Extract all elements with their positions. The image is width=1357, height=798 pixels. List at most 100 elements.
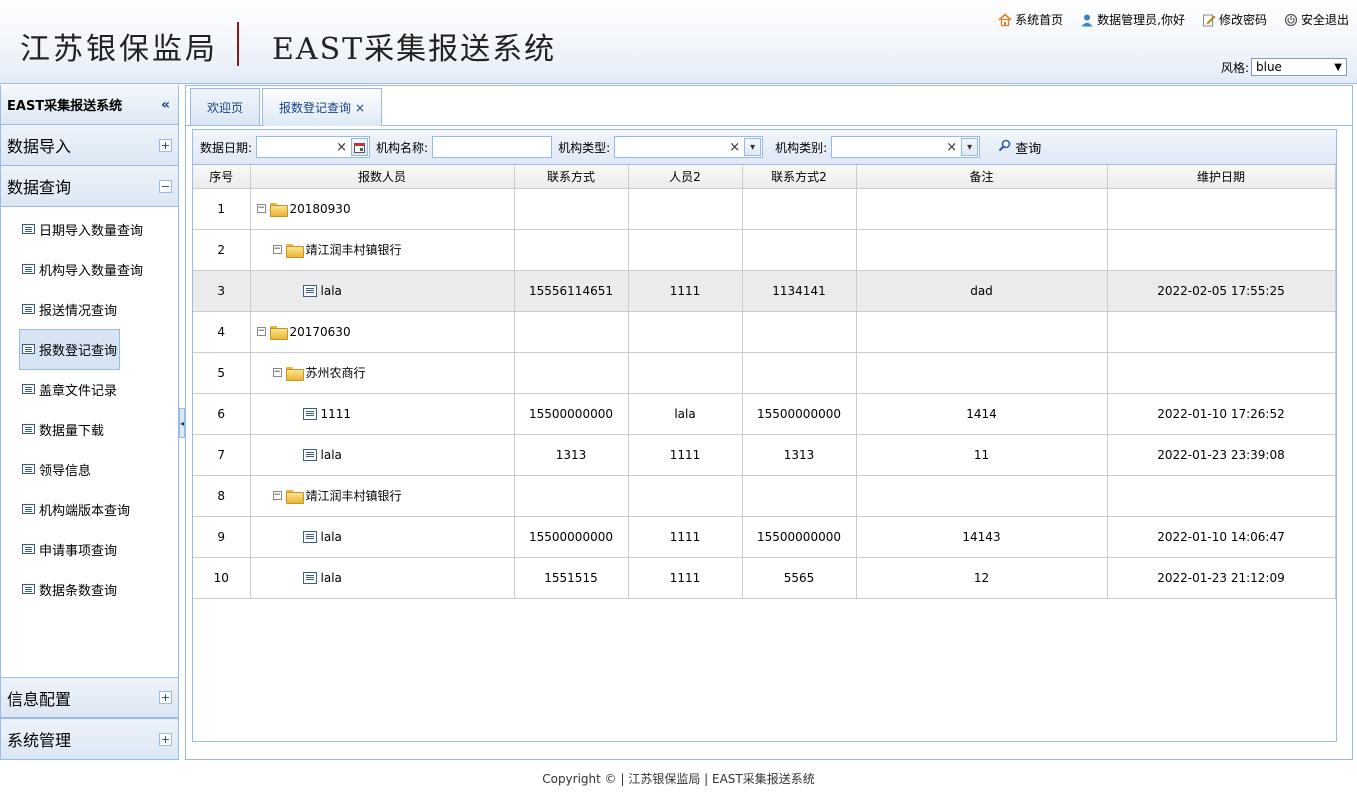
table-row[interactable]: 1− 20180930 xyxy=(193,188,1336,230)
cell-phone2: 1134141 xyxy=(742,270,857,312)
column-header-no[interactable]: 序号 xyxy=(193,165,251,189)
cell-reporter: − 20180930 xyxy=(250,188,515,230)
tree-collapse-icon[interactable]: − xyxy=(272,245,282,254)
logout-link[interactable]: 安全退出 xyxy=(1283,11,1349,28)
cell-date xyxy=(1107,475,1336,517)
folder-icon xyxy=(269,325,288,340)
cell-phone2: 15500000000 xyxy=(742,393,857,435)
clear-org-type-icon[interactable]: × xyxy=(729,140,740,155)
date-field[interactable]: × xyxy=(256,136,371,158)
tree-collapse-icon[interactable]: − xyxy=(272,491,282,500)
section-data-import[interactable]: 数据导入 + xyxy=(1,125,178,166)
clear-org-category-icon[interactable]: × xyxy=(946,140,957,155)
expand-icon[interactable]: + xyxy=(159,732,172,746)
close-tab-icon[interactable]: × xyxy=(355,101,365,115)
cell-remark: 12 xyxy=(856,557,1108,599)
section-data-query[interactable]: 数据查询 − xyxy=(1,166,178,207)
sidebar-header: EAST采集报送系统 « xyxy=(1,85,178,125)
user-icon xyxy=(1079,12,1095,28)
query-button[interactable]: 查询 xyxy=(998,138,1041,157)
cell-remark xyxy=(856,311,1108,353)
cell-date xyxy=(1107,311,1336,353)
tab-report-registration[interactable]: 报数登记查询 × xyxy=(262,88,383,126)
cell-date: 2022-01-23 23:39:08 xyxy=(1107,434,1336,476)
column-header-phone[interactable]: 联系方式 xyxy=(514,165,629,189)
expand-icon[interactable]: + xyxy=(159,691,172,704)
cell-phone xyxy=(514,311,629,353)
chevron-down-icon[interactable]: ▾ xyxy=(744,138,762,156)
clear-date-icon[interactable]: × xyxy=(336,140,347,155)
style-label: 风格: xyxy=(1220,60,1249,75)
sidebar-item-report-status[interactable]: 报送情况查询 xyxy=(1,289,178,329)
column-header-person2[interactable]: 人员2 xyxy=(628,165,743,189)
tree-collapse-icon[interactable]: − xyxy=(272,368,282,377)
column-header-remark[interactable]: 备注 xyxy=(856,165,1108,189)
cell-phone2 xyxy=(742,311,857,353)
cell-remark: 14143 xyxy=(856,516,1108,558)
sidebar-item-label: 领导信息 xyxy=(39,463,92,479)
table-row[interactable]: 2 − 靖江润丰村镇银行 xyxy=(193,229,1336,271)
org-name-field[interactable] xyxy=(432,136,553,158)
cell-reporter: lala xyxy=(250,434,515,476)
calendar-icon[interactable] xyxy=(351,138,369,156)
collapse-icon[interactable]: − xyxy=(159,179,172,193)
org-category-combo[interactable]: × ▾ xyxy=(831,136,981,158)
cell-phone2: 15500000000 xyxy=(742,516,857,558)
table-row[interactable]: 4− 20170630 xyxy=(193,311,1336,353)
sidebar-item-client-version[interactable]: 机构端版本查询 xyxy=(1,489,178,529)
org-type-combo[interactable]: × ▾ xyxy=(614,136,764,158)
cell-reporter: − 靖江润丰村镇银行 xyxy=(250,229,515,271)
column-header-reporter[interactable]: 报数人员 xyxy=(250,165,515,189)
user-link[interactable]: 数据管理员,你好 xyxy=(1079,11,1185,28)
tree-collapse-icon[interactable]: − xyxy=(256,327,266,336)
query-menu: 日期导入数量查询 机构导入数量查询 报送情况查询 报数登记查询 盖章文件记录 数… xyxy=(1,207,178,609)
home-link[interactable]: 系统首页 xyxy=(997,11,1063,28)
sidebar-item-label: 盖章文件记录 xyxy=(39,383,118,399)
tree-node: − 靖江润丰村镇银行 xyxy=(251,487,514,504)
expand-icon[interactable]: + xyxy=(159,138,172,152)
edit-icon xyxy=(1201,12,1217,28)
tree-node-label: 靖江润丰村镇银行 xyxy=(305,243,402,257)
table-row[interactable]: 5 − 苏州农商行 xyxy=(193,352,1336,394)
table-row[interactable]: 10 lala 1551515 1111 5565 12 2022-01-23 21:12:… xyxy=(193,557,1336,599)
sidebar-item-data-download[interactable]: 数据量下载 xyxy=(1,409,178,449)
collapse-sidebar-icon[interactable]: « xyxy=(161,97,170,113)
sidebar-item-record-count[interactable]: 数据条数查询 xyxy=(1,569,178,609)
style-select[interactable]: blue ▼ xyxy=(1251,58,1347,76)
section-system-admin[interactable]: 系统管理 + xyxy=(1,718,178,759)
section-info-config[interactable]: 信息配置 + xyxy=(1,677,178,718)
tab-welcome[interactable]: 欢迎页 xyxy=(190,88,261,125)
cell-remark: dad xyxy=(856,270,1108,312)
sidebar-item-report-registration[interactable]: 报数登记查询 xyxy=(1,328,178,370)
cell-phone: 1551515 xyxy=(514,557,629,599)
sidebar-item-label: 申请事项查询 xyxy=(39,543,118,559)
sidebar: EAST采集报送系统 « 数据导入 + 数据查询 − 日期导入数量查询 机构导入… xyxy=(0,85,179,760)
table-row[interactable]: 9 lala 15500000000 1111 15500000000 14143 2022… xyxy=(193,516,1336,558)
sidebar-item-seal-records[interactable]: 盖章文件记录 xyxy=(1,369,178,409)
query-button-label: 查询 xyxy=(1015,141,1042,157)
sidebar-item-applications[interactable]: 申请事项查询 xyxy=(1,529,178,569)
cell-no: 6 xyxy=(193,393,251,435)
sidebar-item-org-import-count[interactable]: 机构导入数量查询 xyxy=(1,249,178,289)
table-row[interactable]: 8 − 靖江润丰村镇银行 xyxy=(193,475,1336,517)
cell-person2: 1111 xyxy=(628,516,743,558)
table-row[interactable]: 6 1111 15500000000 lala 15500000000 1414 2022-… xyxy=(193,393,1336,435)
tree-collapse-icon[interactable]: − xyxy=(256,204,266,213)
sidebar-title: EAST采集报送系统 xyxy=(7,99,123,114)
cell-phone2 xyxy=(742,352,857,394)
chevron-down-icon[interactable]: ▾ xyxy=(961,138,979,156)
list-icon xyxy=(22,264,35,274)
list-icon xyxy=(22,224,35,234)
table-row[interactable]: 3 lala 15556114651 1111 1134141 dad 2022-02-05… xyxy=(193,270,1336,312)
footer: Copyright © | 江苏银保监局 | EAST采集报送系统 xyxy=(542,772,815,786)
change-password-link[interactable]: 修改密码 xyxy=(1201,11,1267,28)
sidebar-item-leader-info[interactable]: 领导信息 xyxy=(1,449,178,489)
file-list-icon xyxy=(302,448,317,461)
list-icon xyxy=(22,424,35,434)
cell-phone xyxy=(514,352,629,394)
cell-person2 xyxy=(628,475,743,517)
sidebar-item-date-import-count[interactable]: 日期导入数量查询 xyxy=(1,209,178,249)
table-row[interactable]: 7 lala 1313 1111 1313 11 2022-01-23 23:39:08 xyxy=(193,434,1336,476)
column-header-date[interactable]: 维护日期 xyxy=(1107,165,1336,189)
column-header-phone2[interactable]: 联系方式2 xyxy=(742,165,857,189)
